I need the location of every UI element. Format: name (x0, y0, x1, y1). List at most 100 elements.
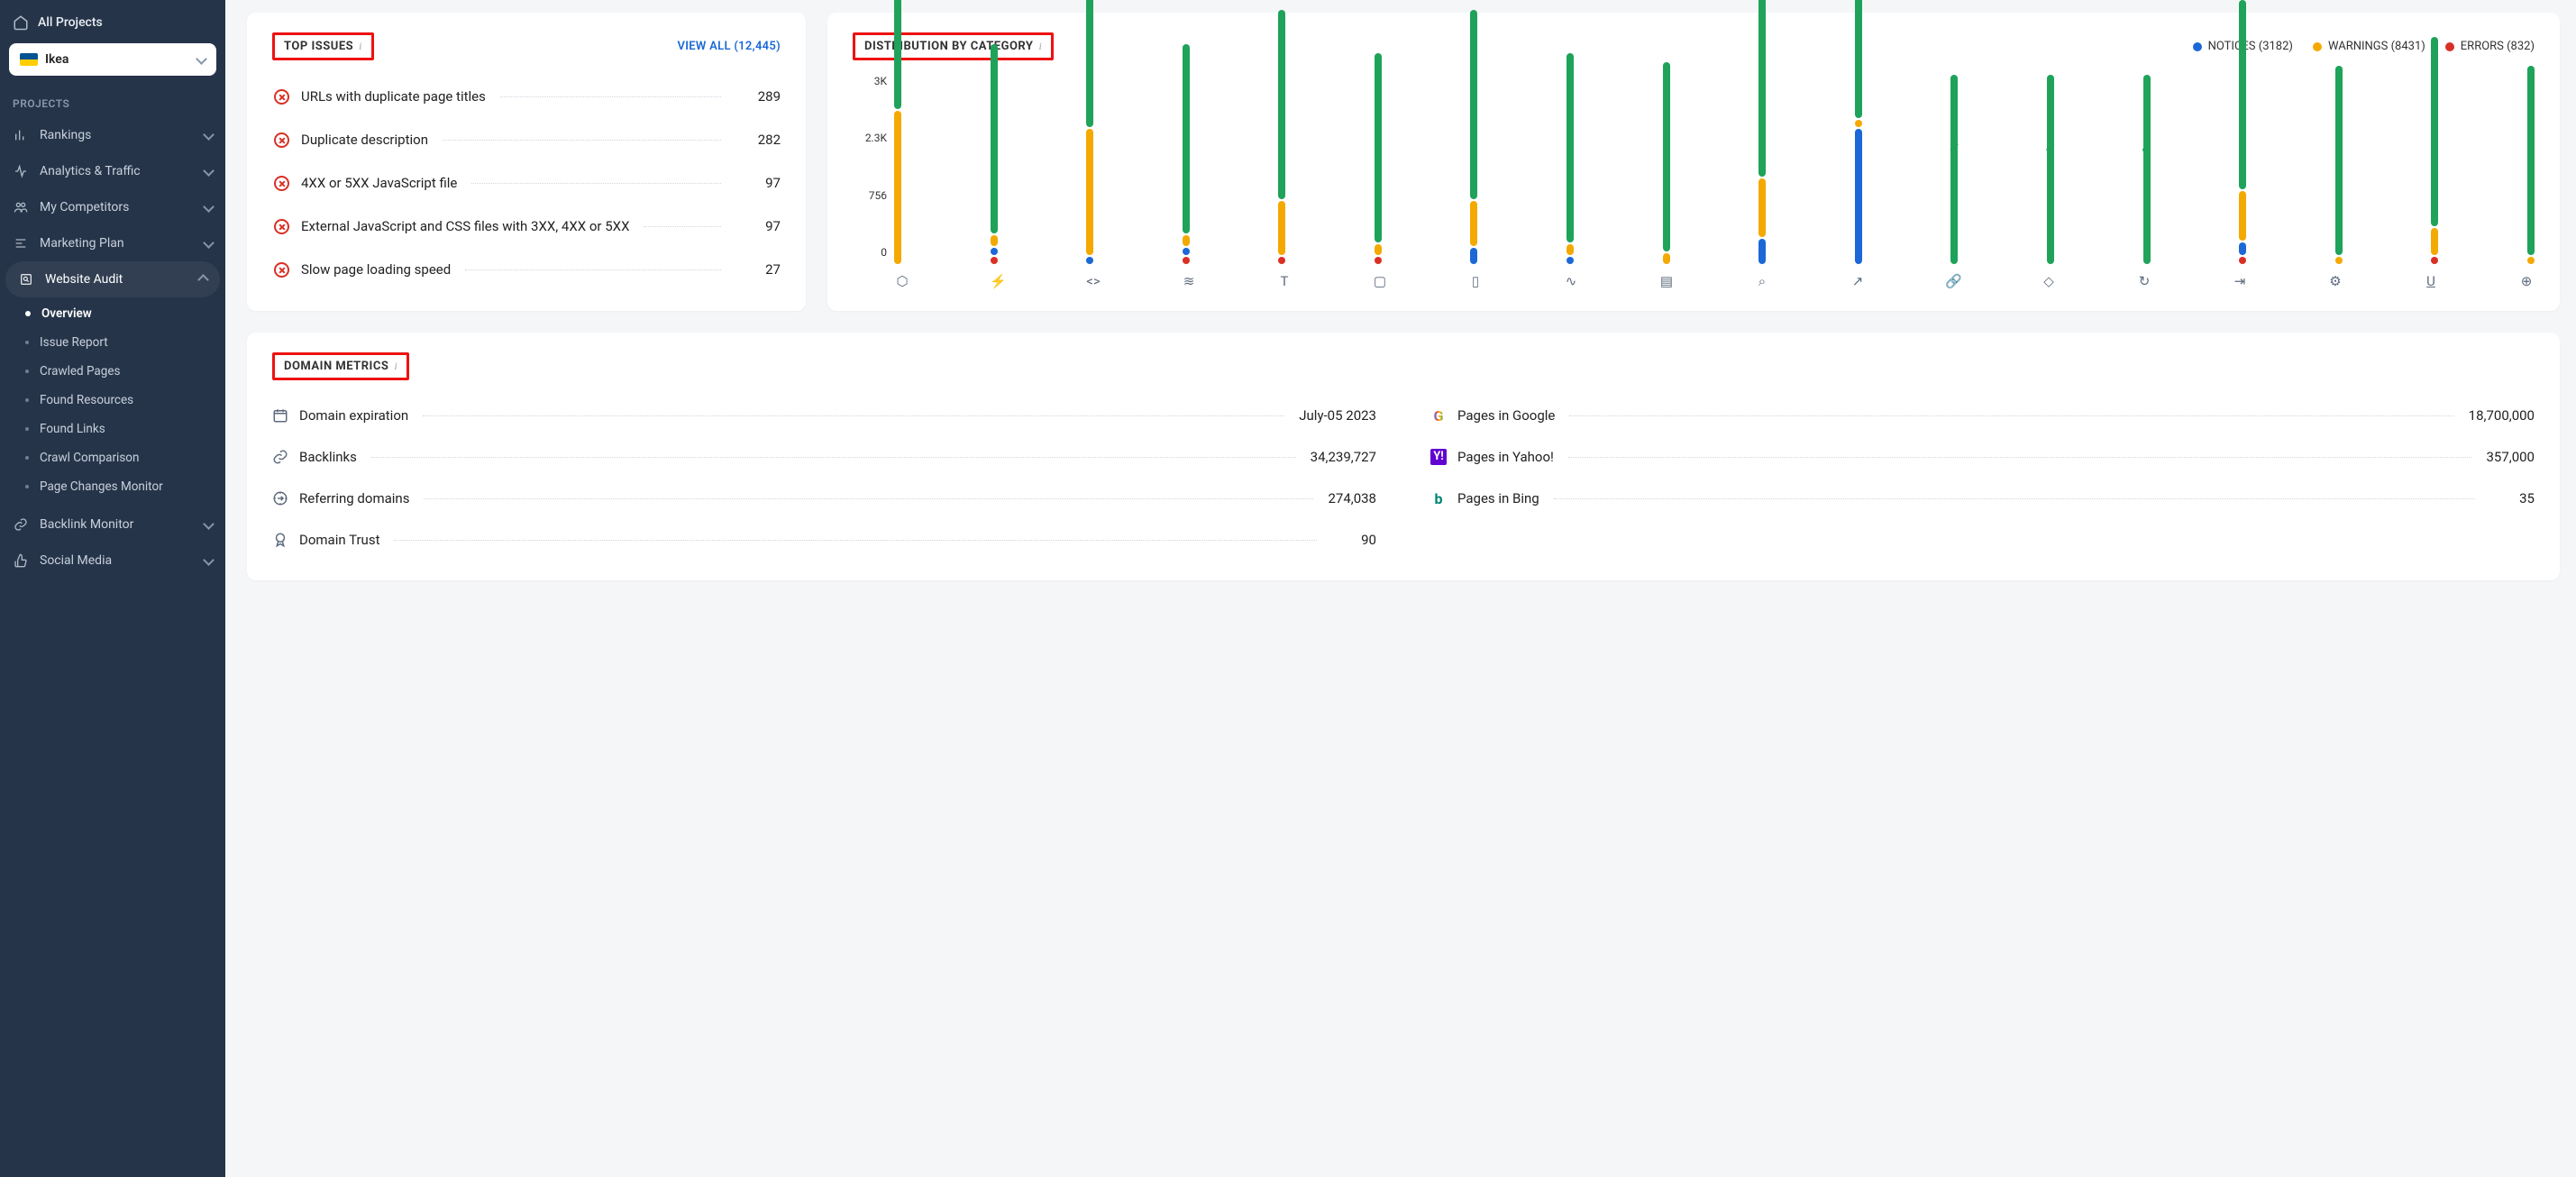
nav-marketing-plan[interactable]: Marketing Plan (0, 225, 225, 261)
error-icon (272, 217, 290, 235)
issue-value: 97 (735, 218, 781, 234)
audit-icon (18, 271, 34, 287)
subnav-crawl-comparison[interactable]: Crawl Comparison (0, 443, 225, 472)
cat-icon[interactable]: ⊕ (2518, 273, 2535, 289)
chart-bar[interactable] (1663, 62, 1670, 264)
all-projects-label: All Projects (38, 15, 103, 30)
info-icon[interactable]: i (359, 40, 361, 53)
chart-bar[interactable] (2239, 0, 2246, 264)
chart-bar[interactable] (1855, 0, 1862, 264)
project-selector[interactable]: Ikea (9, 43, 216, 76)
info-icon[interactable]: i (394, 360, 397, 373)
cat-icon[interactable]: ≋ (1181, 273, 1197, 289)
metric-label: Backlinks (299, 449, 357, 465)
subnav-page-changes[interactable]: Page Changes Monitor (0, 472, 225, 501)
cat-icon[interactable]: ⚙ (2327, 273, 2343, 289)
home-icon (13, 14, 29, 31)
chevron-down-icon (205, 517, 213, 532)
chart-y-axis: 3K2.3K7560 (853, 75, 887, 264)
distribution-title-box: DISTRIBUTION BY CATEGORY i (853, 32, 1054, 60)
chevron-down-icon (205, 236, 213, 251)
cat-icon[interactable]: ↻ (2136, 273, 2152, 289)
metric-value: 357,000 (2486, 449, 2535, 465)
chart-bar[interactable]: ✓ (1950, 75, 1958, 264)
chart-bars: ✓ ✓ ✓ (894, 75, 2535, 264)
issue-value: 282 (735, 132, 781, 148)
chart-bar[interactable] (2527, 66, 2535, 264)
issue-label: Duplicate description (301, 132, 428, 148)
nav-social-media[interactable]: Social Media (0, 543, 225, 579)
cat-icon[interactable]: 🔗 (1945, 273, 1961, 289)
metric-value: 18,700,000 (2469, 407, 2535, 424)
nav-backlink-monitor[interactable]: Backlink Monitor (0, 506, 225, 543)
link-icon (272, 449, 288, 465)
cat-icon[interactable]: ⬡ (894, 273, 910, 289)
subnav-issue-report[interactable]: Issue Report (0, 328, 225, 357)
all-projects-link[interactable]: All Projects (0, 9, 225, 43)
subnav-found-links[interactable]: Found Links (0, 415, 225, 443)
nav-analytics[interactable]: Analytics & Traffic (0, 153, 225, 189)
issue-label: Slow page loading speed (301, 261, 451, 278)
domain-metrics-title-box: DOMAIN METRICS i (272, 352, 409, 380)
metric-value: July-05 2023 (1299, 407, 1376, 424)
distribution-chart: 3K2.3K7560 ✓ ✓ ✓ (853, 75, 2535, 264)
info-icon[interactable]: i (1038, 40, 1041, 53)
chart-bar[interactable] (1375, 53, 1382, 264)
chart-bar[interactable] (1183, 44, 1190, 264)
chart-bar[interactable] (1567, 53, 1574, 264)
chart-bar[interactable] (2335, 66, 2343, 264)
domain-metrics-card: DOMAIN METRICS i Domain expirationJuly-0… (247, 333, 2560, 580)
list-icon (13, 235, 29, 251)
cat-icon[interactable]: T (1276, 273, 1293, 289)
calendar-icon (272, 407, 288, 424)
chart-bar[interactable] (2431, 37, 2438, 264)
nav-rankings[interactable]: Rankings (0, 117, 225, 153)
chart-bar[interactable] (1470, 10, 1477, 264)
metric-label: Pages in Yahoo! (1457, 449, 1554, 465)
sidebar: All Projects Ikea PROJECTS Rankings Anal… (0, 0, 225, 1177)
chart-bar[interactable] (1758, 0, 1766, 264)
view-all-link[interactable]: VIEW ALL (12,445) (678, 40, 781, 53)
chart-bar[interactable] (1278, 10, 1285, 264)
audit-subnav: Overview Issue Report Crawled Pages Foun… (0, 297, 225, 506)
cat-icon[interactable]: ▤ (1658, 273, 1675, 289)
subnav-found-resources[interactable]: Found Resources (0, 386, 225, 415)
chart-bar[interactable] (1086, 0, 1093, 264)
cat-icon[interactable]: ⇥ (2232, 273, 2248, 289)
cat-icon[interactable]: ⌕ (1754, 273, 1770, 289)
nav-website-audit[interactable]: Website Audit (5, 261, 220, 297)
legend-warnings[interactable]: WARNINGS (8431) (2313, 40, 2425, 53)
subnav-crawled-pages[interactable]: Crawled Pages (0, 357, 225, 386)
cat-icon[interactable]: U (2423, 273, 2439, 289)
chevron-up-icon (199, 272, 207, 287)
issue-row[interactable]: URLs with duplicate page titles289 (272, 75, 781, 118)
link-icon (13, 516, 29, 533)
metric-row: Domain Trust90 (272, 519, 1376, 561)
chart-bar[interactable] (894, 0, 901, 264)
cat-icon[interactable]: ◇ (2041, 273, 2057, 289)
legend-errors[interactable]: ERRORS (832) (2445, 40, 2535, 53)
issue-value: 289 (735, 88, 781, 105)
error-icon (272, 174, 290, 192)
issue-row[interactable]: Slow page loading speed27 (272, 248, 781, 291)
cat-icon[interactable]: ↗ (1850, 273, 1866, 289)
issue-row[interactable]: Duplicate description 282 (272, 118, 781, 161)
issue-row[interactable]: External JavaScript and CSS files with 3… (272, 205, 781, 248)
badge-icon (272, 532, 288, 548)
metric-value: 274,038 (1328, 490, 1376, 506)
subnav-overview[interactable]: Overview (0, 299, 225, 328)
cat-icon[interactable]: ▢ (1372, 273, 1388, 289)
cat-icon[interactable]: <> (1085, 273, 1101, 289)
chart-bar[interactable]: ✓ (2047, 75, 2054, 264)
top-issues-card: TOP ISSUES i VIEW ALL (12,445) URLs with… (247, 13, 806, 311)
issue-label: External JavaScript and CSS files with 3… (301, 218, 629, 234)
chart-bar[interactable] (991, 44, 998, 264)
issue-value: 97 (735, 175, 781, 191)
nav-competitors[interactable]: My Competitors (0, 189, 225, 225)
chart-bar[interactable]: ✓ (2143, 75, 2151, 264)
issue-row[interactable]: 4XX or 5XX JavaScript file97 (272, 161, 781, 205)
cat-icon[interactable]: ⚡ (990, 273, 1006, 289)
cat-icon[interactable]: ▯ (1467, 273, 1484, 289)
category-icons-row: ⬡ ⚡ <> ≋ T ▢ ▯ ∿ ▤ ⌕ ↗ 🔗 ◇ ↻ ⇥ ⚙ U (894, 273, 2535, 289)
cat-icon[interactable]: ∿ (1563, 273, 1579, 289)
